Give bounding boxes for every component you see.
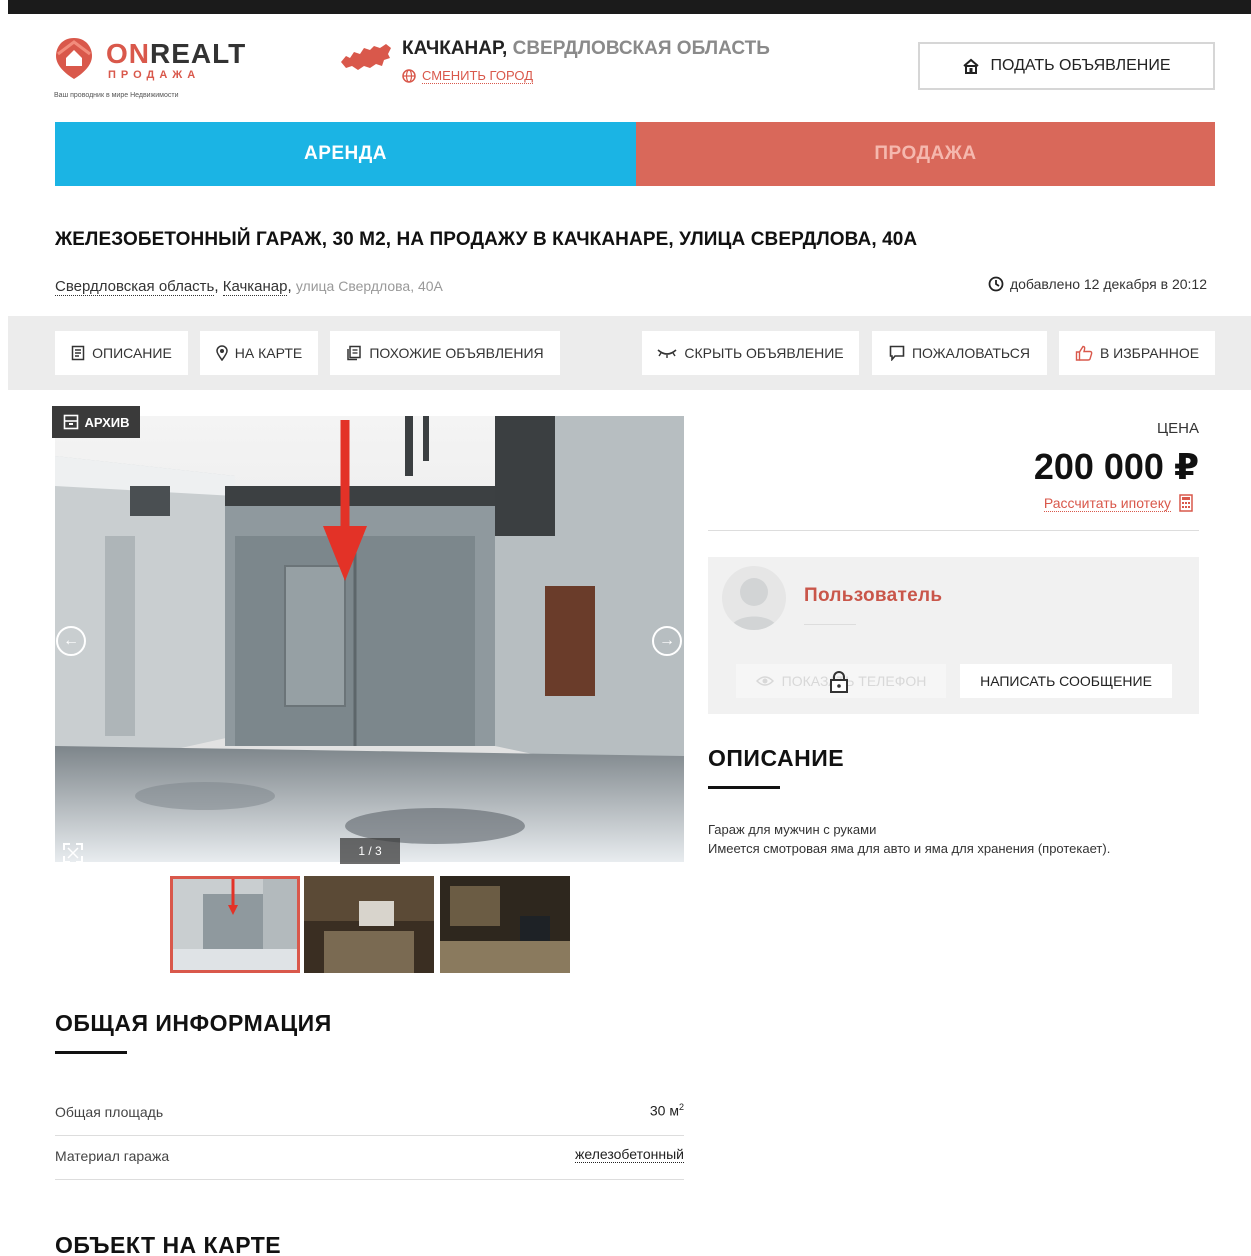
thumbnail-interior-image [304,876,434,973]
globe-icon [402,69,416,83]
price-value: 200 000 ₽ [1033,446,1199,487]
home-icon [963,58,980,74]
logo-brand: ONREALT [106,38,247,69]
top-bar [8,0,1251,14]
main-photo[interactable] [55,416,684,862]
prev-photo-arrow-icon[interactable]: ← [56,626,86,656]
material-link[interactable]: железобетонный [575,1146,684,1163]
logo-tagline: Ваш проводник в мире Недвижимости [54,92,179,99]
archive-icon [63,414,78,430]
listing-address: Свердловская область, Качканар, улица Св… [55,278,443,296]
thumbnail-garage-image [173,879,297,970]
copy-icon [347,345,362,361]
change-city-link[interactable]: СМЕНИТЬ ГОРОД [402,68,533,84]
listing-title: ЖЕЛЕЗОБЕТОННЫЙ ГАРАЖ, 30 М2, НА ПРОДАЖУ … [55,229,918,250]
speech-bubble-icon [889,345,905,361]
region-link[interactable]: Свердловская область [55,278,215,296]
general-info-heading: ОБЩАЯ ИНФОРМАЦИЯ [55,1010,332,1036]
thumbnail-1[interactable] [170,876,300,973]
description-text: Гараж для мужчин с руками Имеется смотро… [708,822,1111,856]
seller-divider [804,624,856,625]
closed-eye-icon [657,349,677,358]
general-info-underline [55,1051,127,1054]
user-silhouette-icon [730,578,778,630]
fullscreen-icon[interactable] [62,842,84,864]
description-heading-underline [708,786,780,789]
lock-icon [830,671,848,693]
added-date: добавлено 12 декабря в 20:12 [988,276,1207,292]
map-section-heading: ОБЪЕКТ НА КАРТЕ [55,1232,282,1256]
thumbs-up-icon [1075,345,1093,361]
clock-icon [988,276,1004,292]
garage-photo-image [55,416,684,862]
avatar [722,566,786,630]
favorite-button[interactable]: В ИЗБРАННОЕ [1059,331,1215,375]
tab-sale[interactable]: ПРОДАЖА [636,122,1215,186]
similar-ads-button[interactable]: ПОХОЖИЕ ОБЪЯВЛЕНИЯ [330,331,560,375]
expand-arrows-icon [63,843,83,863]
russia-map-icon [341,44,391,70]
thumbnail-cellar-image [440,876,570,973]
seller-name[interactable]: Пользователь [804,585,942,607]
hide-ad-button[interactable]: СКРЫТЬ ОБЪЯВЛЕНИЕ [642,331,859,375]
calculator-icon [1179,494,1193,512]
complain-button[interactable]: ПОЖАЛОВАТЬСЯ [872,331,1047,375]
city-link[interactable]: Качканар [222,278,288,296]
price-divider [708,530,1199,531]
current-city: КАЧКАНАР, СВЕРДЛОВСКАЯ ОБЛАСТЬ [402,38,770,59]
map-pin-icon [216,345,228,361]
price-label: ЦЕНА [1157,420,1199,437]
logo-subtitle: ПРОДАЖА [108,69,201,81]
next-photo-arrow-icon[interactable]: → [652,626,682,656]
write-message-button[interactable]: НАПИСАТЬ СООБЩЕНИЕ [960,664,1172,698]
thumbnail-3[interactable] [440,876,570,973]
description-heading: ОПИСАНИЕ [708,745,845,771]
eye-icon [755,676,774,686]
photo-counter: 1 / 3 [340,838,400,864]
tab-rent[interactable]: АРЕНДА [55,122,636,186]
mortgage-link[interactable]: Рассчитать ипотеку [1043,494,1193,512]
post-ad-button[interactable]: ПОДАТЬ ОБЪЯВЛЕНИЕ [918,42,1215,90]
info-row-material: Материал гаража железобетонный [55,1136,684,1180]
street-text: улица Свердлова, 40А [295,278,443,294]
document-icon [71,345,85,361]
info-row-area: Общая площадь 30 м2 [55,1092,684,1136]
thumbnail-2[interactable] [304,876,434,973]
logo-pin-icon [56,38,92,79]
description-button[interactable]: ОПИСАНИЕ [55,331,188,375]
archive-badge: АРХИВ [52,406,140,438]
site-logo[interactable]: ONREALT ПРОДАЖА Ваш проводник в мире Нед… [54,34,264,104]
on-map-button[interactable]: НА КАРТЕ [200,331,318,375]
